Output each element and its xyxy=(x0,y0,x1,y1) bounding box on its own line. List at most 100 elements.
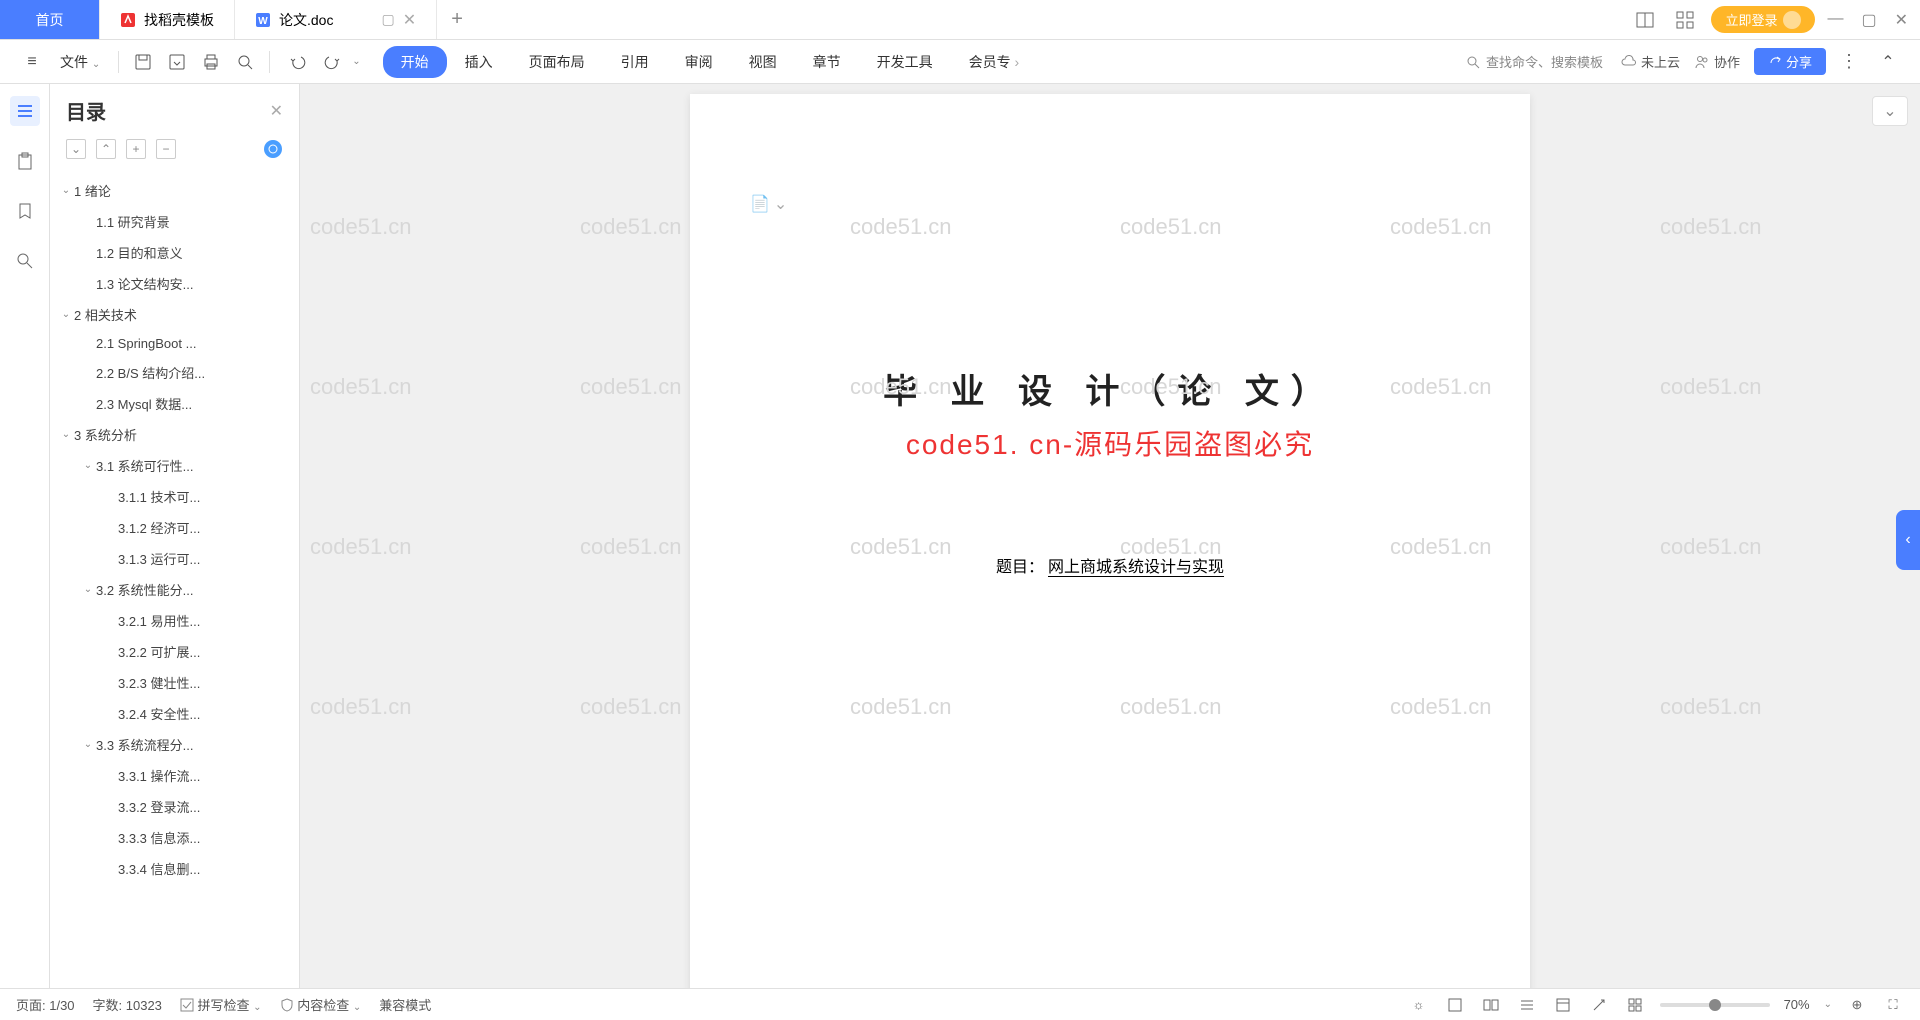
layout-icon[interactable] xyxy=(1631,6,1659,34)
bookmark-rail-icon[interactable] xyxy=(10,196,40,226)
tab-chapter[interactable]: 章节 xyxy=(795,46,859,78)
save-icon[interactable] xyxy=(127,46,159,78)
bg-watermark: code51.cn xyxy=(1390,214,1492,240)
file-menu[interactable]: 文件 ⌄ xyxy=(50,52,110,72)
outline-item[interactable]: 3.2.1 易用性... xyxy=(50,605,299,636)
outline-close-icon[interactable]: ✕ xyxy=(270,101,283,121)
zoom-dropdown-icon[interactable]: ⌄ xyxy=(1824,999,1832,1010)
tab-start[interactable]: 开始 xyxy=(383,46,447,78)
outline-item[interactable]: 3.3.3 信息添... xyxy=(50,822,299,853)
dropdown-icon[interactable]: ⌄ xyxy=(352,56,360,67)
document-canvas[interactable]: ⌄ 📄 ⌄ code51.cncode51.cncode51.cncode51.… xyxy=(300,84,1920,988)
word-count[interactable]: 字数: 10323 xyxy=(93,995,162,1014)
content-check-status[interactable]: 内容检查 ⌄ xyxy=(280,995,362,1014)
outline-item[interactable]: 1.2 目的和意义 xyxy=(50,237,299,268)
tab-insert[interactable]: 插入 xyxy=(447,46,511,78)
add-outline-icon[interactable]: + xyxy=(126,139,146,159)
outline-item[interactable]: 3.1.2 经济可... xyxy=(50,512,299,543)
outline-item-label: 3.2.1 易用性... xyxy=(118,611,200,630)
outline-item[interactable]: 2.1 SpringBoot ... xyxy=(50,330,299,357)
tab-dev[interactable]: 开发工具 xyxy=(859,46,951,78)
menu-icon[interactable]: ≡ xyxy=(16,46,48,78)
shield-icon xyxy=(280,998,294,1012)
clipboard-rail-icon[interactable] xyxy=(10,146,40,176)
zoom-slider[interactable] xyxy=(1660,1003,1770,1007)
command-search[interactable]: 查找命令、搜索模板 xyxy=(1466,52,1603,71)
close-window-button[interactable]: ✕ xyxy=(1895,10,1908,30)
check-icon xyxy=(180,998,194,1012)
maximize-button[interactable]: ▢ xyxy=(1861,10,1876,30)
redo-icon[interactable] xyxy=(316,46,348,78)
outline-item[interactable]: ⌄1 绪论 xyxy=(50,175,299,206)
outline-item[interactable]: 3.3.1 操作流... xyxy=(50,760,299,791)
tab-member[interactable]: 会员专 › xyxy=(951,46,1038,78)
chevron-down-icon: ⌄ xyxy=(58,429,74,440)
tab-layout[interactable]: 页面布局 xyxy=(511,46,603,78)
compat-mode[interactable]: 兼容模式 xyxy=(379,995,431,1014)
outline-item[interactable]: ⌄2 相关技术 xyxy=(50,299,299,330)
left-rail xyxy=(0,84,50,988)
tab-review[interactable]: 审阅 xyxy=(667,46,731,78)
outline-item-label: 1 绪论 xyxy=(74,181,111,200)
expand-all-icon[interactable]: ⌃ xyxy=(96,139,116,159)
search-rail-icon[interactable] xyxy=(10,246,40,276)
page-indicator[interactable]: 页面: 1/30 xyxy=(16,995,75,1014)
tab-template[interactable]: 找稻壳模板 xyxy=(100,0,235,39)
outline-item[interactable]: ⌄3.1 系统可行性... xyxy=(50,450,299,481)
sync-outline-icon[interactable] xyxy=(263,139,283,159)
tab-reference[interactable]: 引用 xyxy=(603,46,667,78)
outline-item[interactable]: 2.3 Mysql 数据... xyxy=(50,388,299,419)
tab-view[interactable]: 视图 xyxy=(731,46,795,78)
window-controls: ― ▢ ✕ xyxy=(1827,10,1908,30)
present-icon[interactable]: ▢ xyxy=(381,11,394,28)
outline-item[interactable]: 3.3.4 信息删... xyxy=(50,853,299,884)
outline-item[interactable]: ⌄3 系统分析 xyxy=(50,419,299,450)
close-icon[interactable]: ✕ xyxy=(403,10,416,30)
outline-item[interactable]: 3.2.4 安全性... xyxy=(50,698,299,729)
outline-item[interactable]: ⌄3.2 系统性能分... xyxy=(50,574,299,605)
outline-item-label: 3 系统分析 xyxy=(74,425,137,444)
undo-icon[interactable] xyxy=(282,46,314,78)
markup-view-icon[interactable] xyxy=(1588,994,1610,1016)
outline-item[interactable]: 1.3 论文结构安... xyxy=(50,268,299,299)
preview-icon[interactable] xyxy=(229,46,261,78)
tab-home[interactable]: 首页 xyxy=(0,0,100,39)
outline-item[interactable]: 2.2 B/S 结构介绍... xyxy=(50,357,299,388)
remove-outline-icon[interactable]: − xyxy=(156,139,176,159)
focus-icon[interactable]: ☼ xyxy=(1408,994,1430,1016)
apps-icon[interactable] xyxy=(1671,6,1699,34)
side-handle-icon[interactable]: ‹ xyxy=(1896,510,1920,570)
print-icon[interactable] xyxy=(195,46,227,78)
outline-item[interactable]: 1.1 研究背景 xyxy=(50,206,299,237)
zoom-level[interactable]: 70% xyxy=(1784,997,1810,1012)
outline-item[interactable]: 3.1.3 运行可... xyxy=(50,543,299,574)
reading-view-icon[interactable] xyxy=(1480,994,1502,1016)
outline-item[interactable]: 3.3.2 登录流... xyxy=(50,791,299,822)
outline-item[interactable]: 3.2.2 可扩展... xyxy=(50,636,299,667)
collapse-right-icon[interactable]: ⌄ xyxy=(1872,96,1908,126)
web-view-icon[interactable] xyxy=(1552,994,1574,1016)
outline-item[interactable]: 3.1.1 技术可... xyxy=(50,481,299,512)
spellcheck-status[interactable]: 拼写检查 ⌄ xyxy=(180,995,262,1014)
outline-item-label: 3.2.2 可扩展... xyxy=(118,642,200,661)
more-icon[interactable]: ⋮ xyxy=(1840,51,1858,72)
outline-rail-icon[interactable] xyxy=(10,96,40,126)
minimize-button[interactable]: ― xyxy=(1827,10,1843,30)
collapse-all-icon[interactable]: ⌄ xyxy=(66,139,86,159)
outline-item[interactable]: 3.2.3 健壮性... xyxy=(50,667,299,698)
cloud-status[interactable]: 未上云 xyxy=(1621,52,1680,71)
share-button[interactable]: 分享 xyxy=(1754,48,1826,75)
expand-icon[interactable]: ⌃ xyxy=(1872,46,1904,78)
outline-item[interactable]: ⌄3.3 系统流程分... xyxy=(50,729,299,760)
fullscreen-icon[interactable]: ⛶ xyxy=(1882,994,1904,1016)
collab-button[interactable]: 协作 xyxy=(1694,52,1740,71)
grid-view-icon[interactable] xyxy=(1624,994,1646,1016)
login-button[interactable]: 立即登录 xyxy=(1711,6,1815,33)
page-view-icon[interactable] xyxy=(1444,994,1466,1016)
chevron-down-icon: ⌄ xyxy=(58,185,74,196)
save-as-icon[interactable] xyxy=(161,46,193,78)
outline-view-icon[interactable] xyxy=(1516,994,1538,1016)
tab-document[interactable]: W 论文.doc ▢ ✕ xyxy=(235,0,437,39)
new-tab-button[interactable]: + xyxy=(437,0,477,39)
fit-width-icon[interactable]: ⊕ xyxy=(1846,994,1868,1016)
